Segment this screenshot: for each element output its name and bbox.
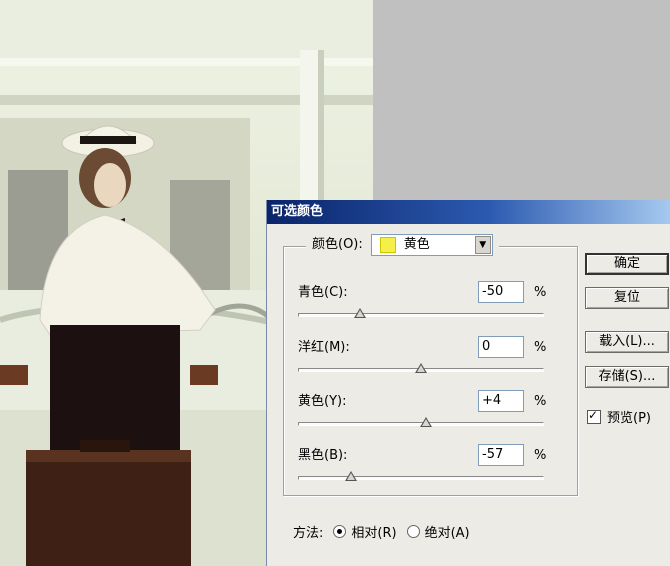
method-relative-radio[interactable]: 相对(R) xyxy=(333,522,397,541)
percent-unit: % xyxy=(534,448,547,463)
magenta-value-input[interactable]: 0 xyxy=(478,336,524,358)
radio-selected-icon[interactable] xyxy=(333,525,347,538)
dialog-title[interactable]: 可选颜色 xyxy=(267,200,670,224)
cyan-slider-track[interactable] xyxy=(298,313,544,317)
method-absolute-label: 绝对(A) xyxy=(424,526,470,541)
yellow-slider-thumb[interactable] xyxy=(419,417,432,427)
slider-label: 青色(C): xyxy=(298,285,348,300)
yellow-value-input[interactable]: +4 xyxy=(478,390,524,412)
color-dropdown-value: 黄色 xyxy=(403,237,430,252)
load-button[interactable]: 载入(L)... xyxy=(585,331,669,353)
save-button[interactable]: 存储(S)... xyxy=(585,366,669,388)
checkbox-checked-icon[interactable] xyxy=(587,408,601,424)
black-slider-track[interactable] xyxy=(298,476,544,480)
color-group: 颜色(O): 黄色 ▼ 青色(C): -50 % 洋红(M): 0 % 黄色(Y… xyxy=(283,233,578,496)
black-value-input[interactable]: -57 xyxy=(478,444,524,466)
percent-unit: % xyxy=(534,394,547,409)
slider-label: 黄色(Y): xyxy=(298,394,347,409)
percent-unit: % xyxy=(534,285,547,300)
selective-color-dialog: 可选颜色 颜色(O): 黄色 ▼ 青色(C): -50 % 洋红(M): 0 %… xyxy=(266,200,670,566)
slider-label: 黑色(B): xyxy=(298,448,348,463)
magenta-slider-thumb[interactable] xyxy=(415,363,427,373)
method-label: 方法: xyxy=(293,526,324,541)
color-selector: 颜色(O): 黄色 ▼ xyxy=(306,233,499,257)
radio-unselected-icon[interactable] xyxy=(406,525,420,538)
ok-button[interactable]: 确定 xyxy=(585,253,669,275)
method-group: 方法: 相对(R) 绝对(A) xyxy=(293,522,470,541)
color-label: 颜色(O): xyxy=(312,237,363,252)
percent-unit: % xyxy=(534,340,547,355)
reset-button[interactable]: 复位 xyxy=(585,287,669,309)
chevron-down-icon[interactable]: ▼ xyxy=(474,236,491,254)
cyan-value-input[interactable]: -50 xyxy=(478,281,524,303)
yellow-swatch-icon xyxy=(379,237,396,253)
black-slider-thumb[interactable] xyxy=(344,471,357,481)
cyan-slider-thumb[interactable] xyxy=(353,308,366,318)
slider-label: 洋红(M): xyxy=(298,340,350,355)
color-dropdown[interactable]: 黄色 ▼ xyxy=(370,234,493,256)
method-relative-label: 相对(R) xyxy=(351,526,397,541)
method-absolute-radio[interactable]: 绝对(A) xyxy=(406,522,470,541)
preview-checkbox[interactable]: 预览(P) xyxy=(587,407,651,426)
preview-label: 预览(P) xyxy=(607,411,651,426)
